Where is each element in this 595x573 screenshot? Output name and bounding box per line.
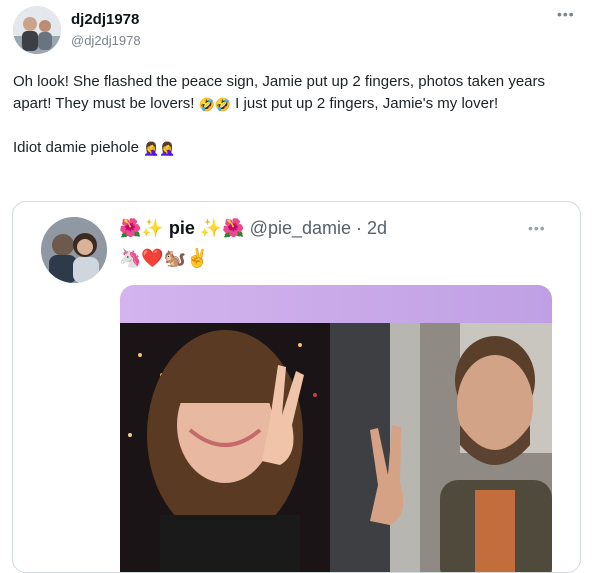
- tweet-paragraph: Idiot damie piehole 🤦‍♀️🤦‍♀️: [13, 137, 573, 159]
- quoted-name-suffix: ✨🌺: [194, 218, 250, 238]
- author-name[interactable]: dj2dj1978: [71, 11, 139, 28]
- tweet-paragraph: Oh look! She flashed the peace sign, Jam…: [13, 71, 573, 115]
- tweet-text-part: Idiot damie piehole: [13, 139, 144, 156]
- author-avatar[interactable]: [13, 6, 61, 54]
- quoted-author-handle[interactable]: @pie_damie: [250, 218, 351, 238]
- quoted-author-line: 🌺✨ pie ✨🌺 @pie_damie · 2d: [119, 218, 387, 239]
- quoted-media-image[interactable]: [120, 285, 552, 572]
- author-handle[interactable]: @dj2dj1978: [71, 33, 141, 48]
- quoted-author-name[interactable]: pie: [169, 218, 195, 238]
- quoted-name-prefix: 🌺✨: [119, 218, 169, 238]
- tweet-text-part: I just put up 2 fingers, Jamie's my love…: [231, 95, 499, 112]
- separator-dot: ·: [351, 218, 368, 238]
- facepalm-emoji-icon: 🤦‍♀️🤦‍♀️: [143, 140, 176, 156]
- more-horizontal-icon[interactable]: •••: [528, 220, 546, 236]
- quoted-author-avatar[interactable]: [41, 217, 107, 283]
- quoted-timestamp[interactable]: 2d: [367, 218, 387, 238]
- tweet-body: Oh look! She flashed the peace sign, Jam…: [13, 71, 573, 159]
- quoted-emoji-line: 🦄❤️🐿️✌️: [119, 248, 209, 268]
- more-horizontal-icon[interactable]: •••: [557, 6, 575, 22]
- rofl-emoji-icon: 🤣🤣: [198, 96, 232, 112]
- quoted-tweet-card[interactable]: 🌺✨ pie ✨🌺 @pie_damie · 2d 🦄❤️🐿️✌️ •••: [12, 201, 581, 573]
